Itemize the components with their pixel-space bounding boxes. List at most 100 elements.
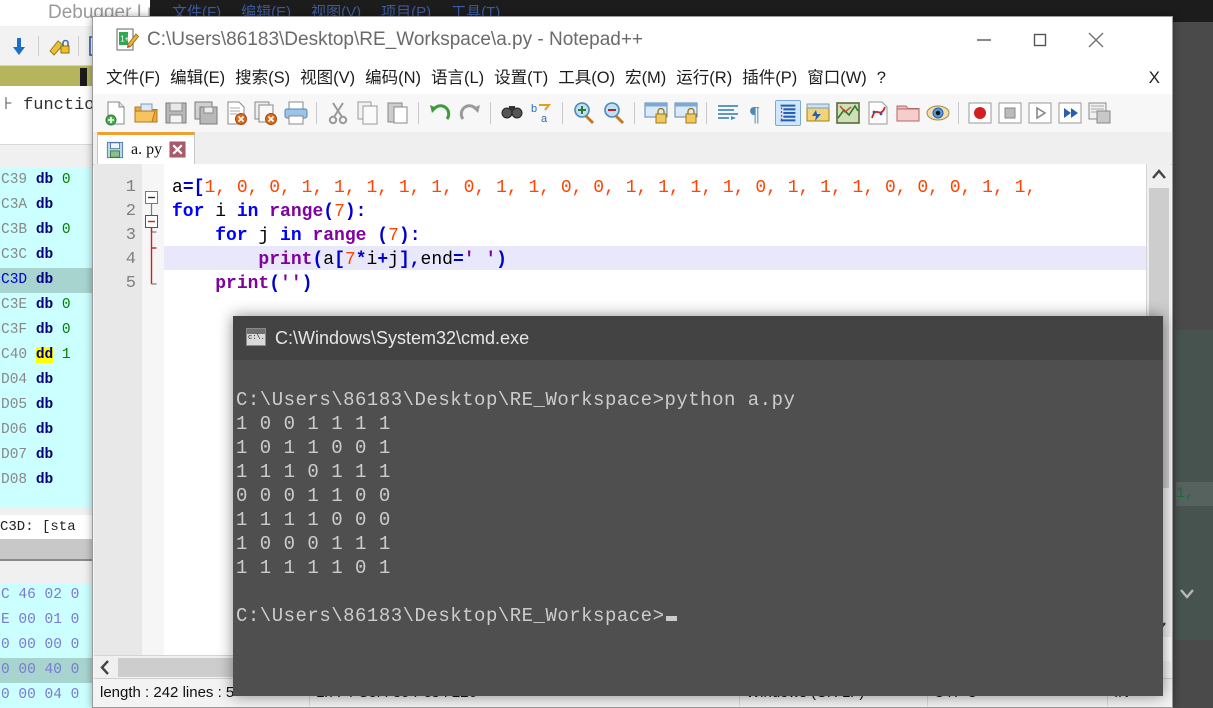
code-token: j	[388, 250, 399, 270]
cmd-window[interactable]: c:\. C:\Windows\System32\cmd.exe C:\User…	[233, 316, 1163, 696]
disassembly-list[interactable]: C39 db 0 C3A db C3B db 0 C3C db C3D db C3E…	[0, 168, 92, 508]
replace-icon[interactable]: b a	[529, 100, 555, 126]
show-all-chars-icon[interactable]: ¶	[745, 100, 771, 126]
folder-as-workspace-icon[interactable]	[895, 100, 921, 126]
hex-dump-row[interactable]: C 46 02 0	[0, 583, 92, 608]
menu-item-0[interactable]: 文件(F)	[101, 62, 165, 94]
close-file-icon[interactable]	[223, 100, 249, 126]
monitor-icon[interactable]	[925, 100, 951, 126]
menu-item-2[interactable]: 搜索(S)	[230, 62, 295, 94]
close-all-icon[interactable]	[253, 100, 279, 126]
menu-item-12[interactable]: ?	[872, 62, 891, 94]
menu-item-9[interactable]: 运行(R)	[671, 62, 737, 94]
sync-horizontal-icon[interactable]	[673, 100, 699, 126]
disassembly-row[interactable]: D06 db	[0, 418, 92, 443]
menu-item-4[interactable]: 编码(N)	[360, 62, 426, 94]
user-define-dialog-icon[interactable]	[805, 100, 831, 126]
hex-dump-row[interactable]: E 00 01 0	[0, 608, 92, 633]
open-file-icon[interactable]	[133, 100, 159, 126]
document-tabbar[interactable]: a. py	[93, 132, 1172, 165]
disassembly-row[interactable]: C39 db 0	[0, 168, 92, 193]
save-macro-icon[interactable]	[1087, 100, 1113, 126]
menu-item-8[interactable]: 宏(M)	[620, 62, 671, 94]
disassembly-row[interactable]: C3F db 0	[0, 318, 92, 343]
disassembly-row[interactable]: C3C db	[0, 243, 92, 268]
disassembly-row[interactable]: C40 dd 1	[0, 343, 92, 368]
highlight-lock-icon[interactable]	[48, 35, 70, 57]
cmd-output-line: 1 1 1 0 1 1 1	[236, 461, 391, 483]
code-line[interactable]: print('')	[172, 272, 312, 296]
menubar-close-doc[interactable]: X	[1149, 62, 1160, 94]
hex-dump-row[interactable]: 0 00 04 0	[0, 683, 92, 708]
disassembly-mnemonic: db	[35, 472, 54, 488]
background-scroll-down-icon[interactable]	[1176, 582, 1198, 604]
disassembly-row[interactable]: C3E db 0	[0, 293, 92, 318]
close-button[interactable]	[1068, 17, 1124, 62]
new-file-icon[interactable]	[103, 100, 129, 126]
code-line[interactable]: for i in range(7):	[172, 200, 366, 224]
disassembly-row[interactable]: D04 db	[0, 368, 92, 393]
save-icon[interactable]	[163, 100, 189, 126]
disassembly-row[interactable]: D05 db	[0, 393, 92, 418]
disassembly-row[interactable]: D07 db	[0, 443, 92, 468]
maximize-button[interactable]	[1012, 17, 1068, 62]
save-all-icon[interactable]	[193, 100, 219, 126]
cmd-output[interactable]: C:\Users\86183\Desktop\RE_Workspace>pyth…	[233, 360, 1163, 696]
code-token: ],	[398, 250, 421, 270]
disassembly-row[interactable]: C3A db	[0, 193, 92, 218]
debugger-divider-3	[0, 561, 92, 584]
tab-close-icon[interactable]	[169, 141, 186, 158]
scroll-up-icon[interactable]	[1147, 164, 1171, 186]
hex-dump-row[interactable]: 0 00 40 0	[0, 658, 92, 683]
notepadpp-titlebar[interactable]: 1++ C:\Users\86183\Desktop\RE_Workspace\…	[93, 17, 1172, 62]
function-list-icon[interactable]	[865, 100, 891, 126]
code-line[interactable]: a=[1, 0, 0, 1, 1, 1, 1, 1, 0, 1, 1, 0, 0…	[172, 176, 1036, 200]
notepadpp-title: C:\Users\86183\Desktop\RE_Workspace\a.py…	[147, 29, 644, 50]
indent-guide-icon[interactable]	[775, 100, 801, 126]
toolbar[interactable]: b a ¶	[93, 94, 1172, 133]
hex-dump-row[interactable]: 0 00 00 0	[0, 633, 92, 658]
disassembly-mnemonic: db	[35, 322, 54, 338]
document-tab-a-py[interactable]: a. py	[97, 132, 196, 164]
disassembly-row[interactable]: D08 db	[0, 468, 92, 493]
menu-item-7[interactable]: 工具(O)	[553, 62, 620, 94]
word-wrap-icon[interactable]	[715, 100, 741, 126]
line-number: 1	[125, 178, 136, 197]
document-map-icon[interactable]	[835, 100, 861, 126]
disassembly-row[interactable]: C3B db 0	[0, 218, 92, 243]
menu-item-3[interactable]: 视图(V)	[295, 62, 360, 94]
cmd-prompt-line[interactable]: C:\Users\86183\Desktop\RE_Workspace>	[234, 604, 1163, 628]
menu-item-11[interactable]: 窗口(W)	[802, 62, 872, 94]
code-line[interactable]: print(a[7*i+j],end=' ')	[172, 248, 507, 272]
record-macro-icon[interactable]	[967, 100, 993, 126]
code-line[interactable]: for j in range (7):	[172, 224, 420, 248]
menu-item-10[interactable]: 插件(P)	[737, 62, 802, 94]
menu-item-1[interactable]: 编辑(E)	[165, 62, 230, 94]
sync-vertical-icon[interactable]	[643, 100, 669, 126]
scroll-left-icon[interactable]	[94, 656, 116, 679]
fold-margin[interactable]	[142, 164, 164, 661]
undo-icon[interactable]	[427, 100, 453, 126]
print-icon[interactable]	[283, 100, 309, 126]
cmd-output-line: 1 1 1 1 1 0 1	[236, 557, 391, 579]
copy-icon[interactable]	[355, 100, 381, 126]
menu-item-5[interactable]: 语言(L)	[426, 62, 489, 94]
play-macro-icon[interactable]	[1027, 100, 1053, 126]
menubar-items[interactable]: 文件(F) 编辑(E) 搜索(S) 视图(V) 编码(N) 语言(L) 设置(T) 工具(O)…	[101, 62, 891, 94]
playback-multiple-icon[interactable]	[1057, 100, 1083, 126]
paste-icon[interactable]	[385, 100, 411, 126]
menu-item-6[interactable]: 设置(T)	[489, 62, 553, 94]
step-into-icon[interactable]	[8, 35, 30, 57]
cmd-titlebar[interactable]: c:\. C:\Windows\System32\cmd.exe	[233, 316, 1163, 360]
menubar[interactable]: 文件(F) 编辑(E) 搜索(S) 视图(V) 编码(N) 语言(L) 设置(T) 工具(O)…	[93, 62, 1172, 95]
minimize-button[interactable]	[956, 17, 1012, 62]
disassembly-row[interactable]: C3D db	[0, 268, 92, 293]
zoom-out-icon[interactable]	[601, 100, 627, 126]
stop-record-icon[interactable]	[997, 100, 1023, 126]
cut-icon[interactable]	[325, 100, 351, 126]
find-icon[interactable]	[499, 100, 525, 126]
hex-dump-list[interactable]: C 46 02 0E 00 01 00 00 00 00 00 40 00 00…	[0, 583, 92, 708]
redo-icon[interactable]	[457, 100, 483, 126]
disassembly-operand: 0	[53, 172, 71, 188]
zoom-in-icon[interactable]	[571, 100, 597, 126]
